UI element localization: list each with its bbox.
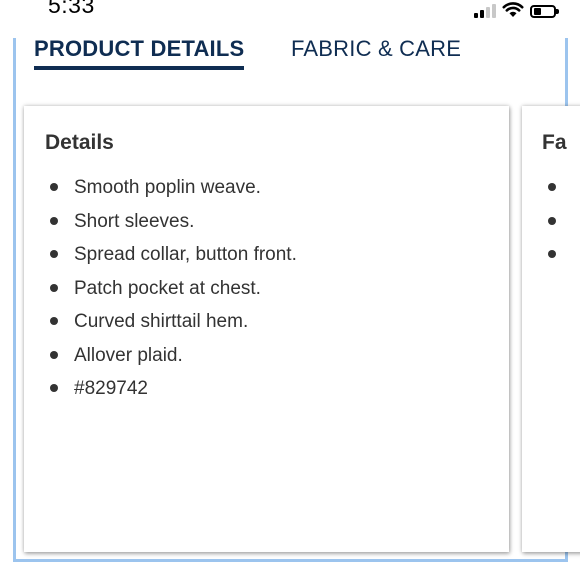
battery-icon xyxy=(530,5,559,18)
list-item-text: Patch pocket at chest. xyxy=(74,277,261,299)
bullet-icon xyxy=(50,183,58,191)
fabric-care-card[interactable]: Fa xyxy=(522,106,580,552)
list-item-text: Smooth poplin weave. xyxy=(74,177,261,198)
list-item-text: Short sleeves. xyxy=(74,210,195,232)
wifi-icon xyxy=(502,2,524,17)
status-time: 5:33 xyxy=(48,0,95,18)
bullet-icon xyxy=(548,183,556,191)
details-card-title: Details xyxy=(45,131,114,154)
screen: 5:33 PRODUCT DETAILS FABRIC & CARE Detai… xyxy=(0,0,580,580)
list-item-text: #829742 xyxy=(74,378,148,399)
details-card: Details Smooth poplin weave. Short sleev… xyxy=(24,106,509,552)
bullet-icon xyxy=(50,350,58,359)
status-icons xyxy=(474,0,559,18)
bullet-icon xyxy=(50,250,58,258)
bullet-icon xyxy=(50,283,58,292)
list-item-text: Spread collar, button front. xyxy=(74,244,297,265)
active-tab-indicator xyxy=(34,66,244,70)
bullet-icon xyxy=(50,317,58,325)
bullet-icon xyxy=(50,216,58,225)
fabric-care-card-title: Fa xyxy=(542,131,567,154)
tab-fabric-care[interactable]: FABRIC & CARE xyxy=(291,36,461,62)
list-item-text: Allover plaid. xyxy=(74,344,183,366)
bullet-icon xyxy=(50,384,58,392)
signal-icon xyxy=(474,2,496,18)
tab-fabric-care-label: FABRIC & CARE xyxy=(291,36,462,61)
tab-product-details-label: PRODUCT DETAILS xyxy=(34,36,245,61)
tab-product-details[interactable]: PRODUCT DETAILS xyxy=(34,36,244,62)
bullet-icon xyxy=(548,250,556,258)
bullet-icon xyxy=(548,217,556,225)
list-item-text: Curved shirttail hem. xyxy=(74,311,249,332)
